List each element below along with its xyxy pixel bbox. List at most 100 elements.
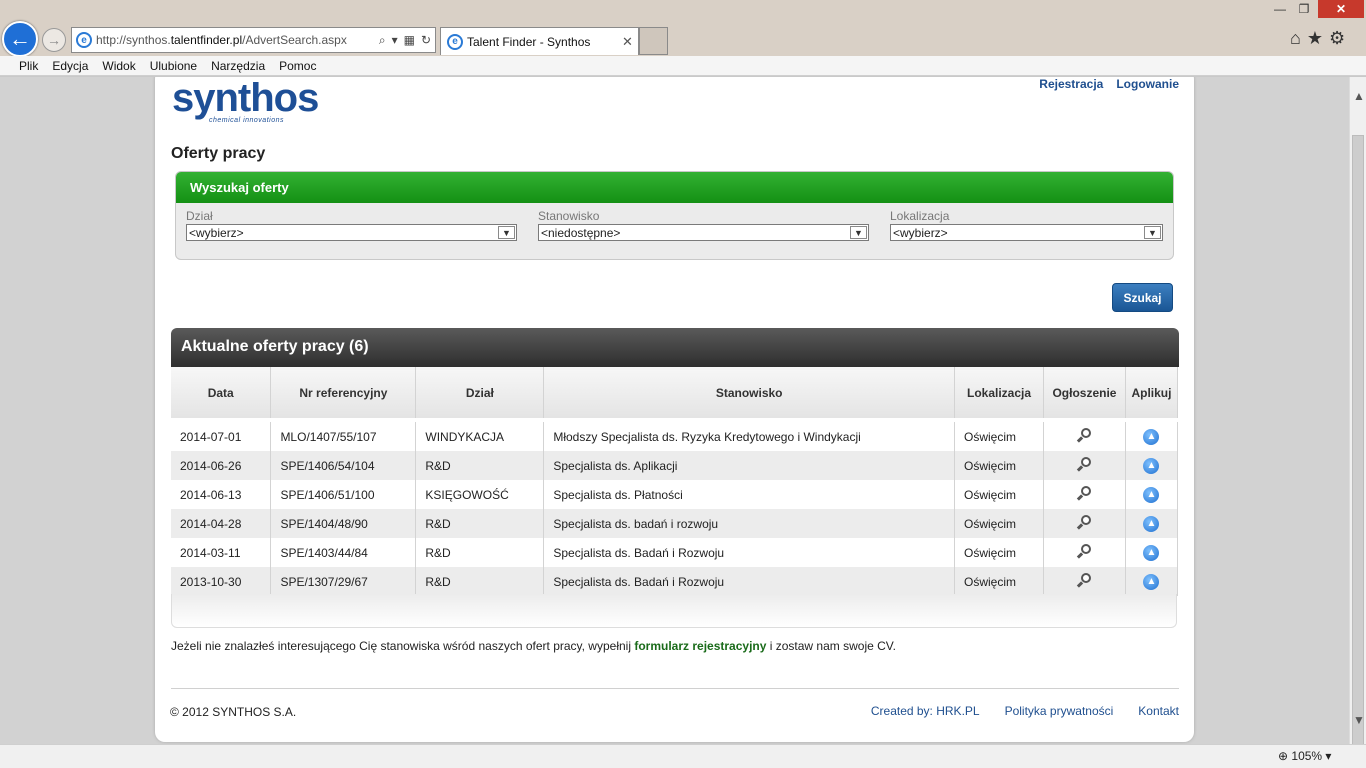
page-title: Oferty pracy [171, 145, 266, 162]
minimize-icon[interactable]: — [1268, 0, 1292, 18]
menu-widok[interactable]: Widok [95, 59, 142, 73]
location-field: Lokalizacja <wybierz> ▼ [890, 209, 1163, 241]
col-date: Data [171, 367, 272, 418]
offers-list-title: Aktualne oferty pracy (6) [171, 328, 1179, 367]
close-tab-icon[interactable]: ✕ [622, 34, 638, 50]
cell-location: Oświęcim [954, 567, 1044, 596]
dropdown-icon[interactable]: ▾ [392, 33, 398, 48]
cell-advert [1043, 509, 1126, 538]
offers-table: Data Nr referencyjny Dział Stanowisko Lo… [171, 367, 1179, 596]
magnifier-icon[interactable] [1076, 572, 1092, 588]
table-row: 2014-03-11 SPE/1403/44/84 R&D Specjalist… [171, 538, 1179, 567]
address-icons: ⌕ ▾ ▦ ↻ [379, 33, 435, 48]
favorites-star-icon[interactable]: ★ [1307, 28, 1323, 49]
table-row: 2014-04-28 SPE/1404/48/90 R&D Specjalist… [171, 509, 1179, 538]
apply-arrow-up-icon[interactable]: ▲ [1143, 573, 1160, 590]
refresh-icon[interactable]: ↻ [421, 33, 431, 48]
cell-ref: SPE/1404/48/90 [270, 509, 417, 538]
compat-view-icon[interactable]: ▦ [404, 33, 415, 48]
contact-link[interactable]: Kontakt [1138, 704, 1179, 718]
location-select[interactable]: <wybierz> ▼ [890, 224, 1163, 241]
gear-icon[interactable]: ⚙ [1329, 28, 1345, 49]
apply-arrow-up-icon[interactable]: ▲ [1143, 544, 1160, 561]
col-location: Lokalizacja [954, 367, 1044, 418]
chevron-down-icon[interactable]: ▼ [498, 226, 515, 239]
magnifier-icon[interactable] [1076, 485, 1092, 501]
magnifier-icon[interactable] [1076, 456, 1092, 472]
scroll-down-icon[interactable]: ▼ [1353, 713, 1365, 727]
registration-note: Jeżeli nie znalazłeś interesującego Cię … [171, 639, 896, 653]
position-select[interactable]: <niedostępne> ▼ [538, 224, 869, 241]
vertical-scrollbar[interactable]: ▲ ▼ [1349, 77, 1366, 768]
footer-divider [171, 688, 1179, 689]
forward-button[interactable]: → [42, 28, 66, 52]
cell-apply: ▲ [1125, 567, 1179, 596]
menu-pomoc[interactable]: Pomoc [272, 59, 323, 73]
url-path: /AdvertSearch.aspx [242, 33, 347, 47]
cell-apply: ▲ [1125, 451, 1179, 480]
department-value: <wybierz> [189, 225, 244, 240]
registration-form-link[interactable]: formularz rejestracyjny [634, 639, 766, 653]
zoom-control[interactable]: ⊕ 105% ▾ [1278, 749, 1331, 763]
back-button[interactable]: ← [2, 21, 38, 57]
arrow-left-icon: ← [9, 26, 31, 51]
synthos-logo[interactable]: synthos chemical innovations [172, 78, 319, 124]
arrow-right-icon: → [47, 32, 61, 48]
menu-plik[interactable]: Plik [12, 59, 45, 73]
location-label: Lokalizacja [890, 209, 950, 223]
url-text[interactable]: http://synthos.talentfinder.pl/AdvertSea… [96, 33, 379, 47]
cell-date: 2013-10-30 [171, 567, 272, 596]
cell-dept: R&D [415, 567, 545, 596]
search-icon[interactable]: ⌕ [379, 33, 386, 48]
apply-arrow-up-icon[interactable]: ▲ [1143, 486, 1160, 503]
chevron-down-icon[interactable]: ▼ [1144, 226, 1161, 239]
cell-apply: ▲ [1125, 480, 1179, 509]
cell-location: Oświęcim [954, 480, 1044, 509]
menu-edycja[interactable]: Edycja [45, 59, 95, 73]
magnifier-icon[interactable] [1076, 427, 1092, 443]
department-select[interactable]: <wybierz> ▼ [186, 224, 517, 241]
apply-arrow-up-icon[interactable]: ▲ [1143, 457, 1160, 474]
tab-title: Talent Finder - Synthos [467, 34, 591, 49]
cell-ref: SPE/1406/51/100 [270, 480, 417, 509]
menu-narzedzia[interactable]: Narzędzia [204, 59, 272, 73]
magnifier-icon[interactable] [1076, 543, 1092, 559]
col-dept: Dział [415, 367, 545, 418]
cell-position: Specjalista ds. badań i rozwoju [543, 509, 956, 538]
address-bar[interactable]: e http://synthos.talentfinder.pl/AdvertS… [71, 27, 436, 53]
cell-ref: SPE/1403/44/84 [270, 538, 417, 567]
zoom-icon: ⊕ [1278, 749, 1292, 763]
col-advert: Ogłoszenie [1043, 367, 1126, 418]
cell-position: Młodszy Specjalista ds. Ryzyka Kredytowe… [543, 422, 956, 451]
cell-dept: WINDYKACJA [415, 422, 545, 451]
footer-links: Created by: HRK.PL Polityka prywatności … [871, 704, 1179, 718]
new-tab-button[interactable] [639, 27, 668, 55]
table-row: 2014-06-26 SPE/1406/54/104 R&D Specjalis… [171, 451, 1179, 480]
scrollbar-thumb[interactable] [1352, 135, 1364, 768]
position-field: Stanowisko <niedostępne> ▼ [538, 209, 869, 241]
home-icon[interactable]: ⌂ [1290, 28, 1301, 49]
cell-position: Specjalista ds. Aplikacji [543, 451, 956, 480]
search-button[interactable]: Szukaj [1112, 283, 1173, 312]
register-link[interactable]: Rejestracja [1039, 77, 1103, 91]
browser-tab[interactable]: e Talent Finder - Synthos ✕ [440, 27, 639, 55]
apply-arrow-up-icon[interactable]: ▲ [1143, 428, 1160, 445]
chevron-down-icon[interactable]: ▼ [850, 226, 867, 239]
copyright: © 2012 SYNTHOS S.A. [170, 705, 297, 719]
close-window-icon[interactable]: ✕ [1318, 0, 1364, 18]
cell-location: Oświęcim [954, 538, 1044, 567]
menu-bar: Plik Edycja Widok Ulubione Narzędzia Pom… [0, 56, 1366, 76]
apply-arrow-up-icon[interactable]: ▲ [1143, 515, 1160, 532]
url-prefix: http://synthos. [96, 33, 171, 47]
cell-ref: MLO/1407/55/107 [270, 422, 417, 451]
privacy-link[interactable]: Polityka prywatności [1005, 704, 1114, 718]
restore-icon[interactable]: ❐ [1292, 0, 1316, 18]
cell-advert [1043, 567, 1126, 596]
scroll-up-icon[interactable]: ▲ [1353, 89, 1365, 103]
menu-ulubione[interactable]: Ulubione [143, 59, 204, 73]
created-by-link[interactable]: Created by: HRK.PL [871, 704, 980, 718]
login-link[interactable]: Logowanie [1116, 77, 1179, 91]
cell-dept: R&D [415, 509, 545, 538]
zoom-level: 105% [1291, 749, 1323, 763]
magnifier-icon[interactable] [1076, 514, 1092, 530]
